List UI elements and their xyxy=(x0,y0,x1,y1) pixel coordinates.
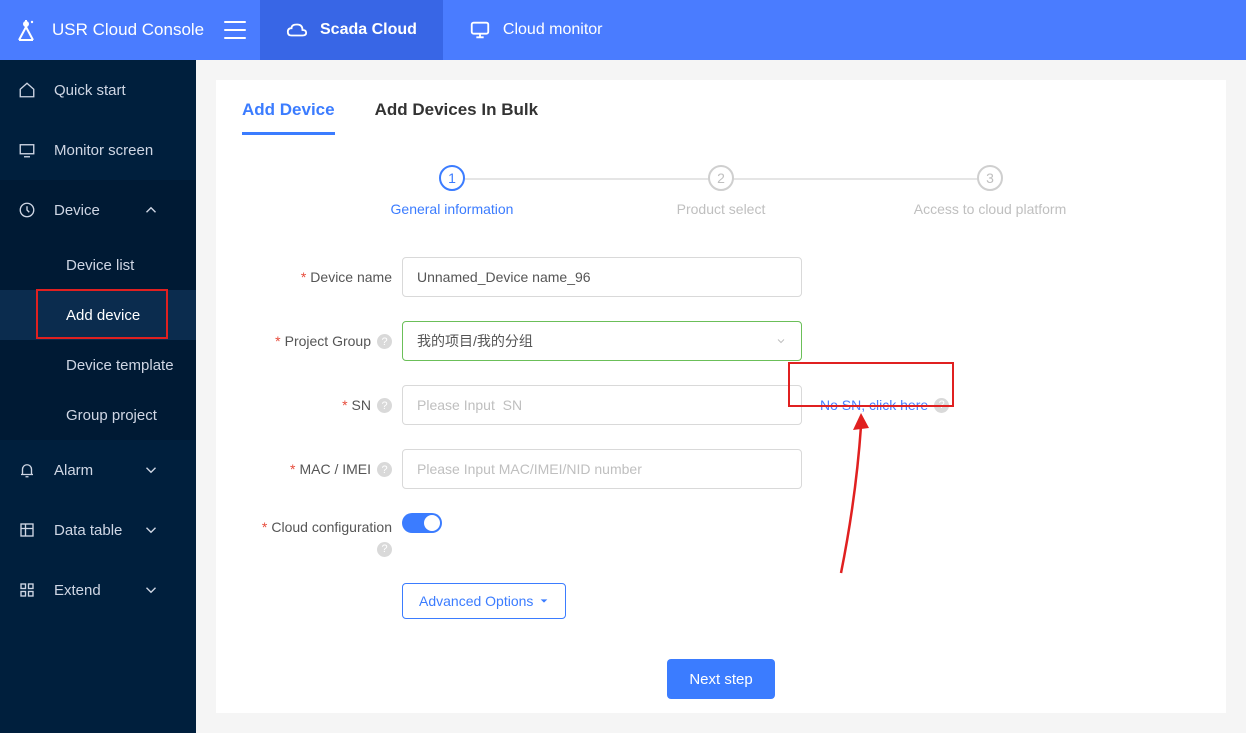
sidebar-item-label: Alarm xyxy=(54,462,93,479)
sidebar-item-label: Quick start xyxy=(54,82,126,99)
clock-icon xyxy=(18,201,36,219)
monitor-icon xyxy=(469,19,491,41)
label-sn: *SN? xyxy=(242,397,392,414)
row-device-name: *Device name xyxy=(242,257,1200,297)
cloud-icon xyxy=(286,19,308,41)
help-icon[interactable]: ? xyxy=(934,398,949,413)
main-content: Add Device Add Devices In Bulk 1 General… xyxy=(196,60,1246,733)
sidebar-sub-label: Add device xyxy=(66,307,140,324)
sidebar-sub-add-device[interactable]: Add device xyxy=(0,290,196,340)
sidebar-item-alarm[interactable]: Alarm xyxy=(0,440,196,500)
bell-icon xyxy=(18,461,36,479)
step-label: Product select xyxy=(677,201,766,217)
app-logo-icon xyxy=(14,17,38,43)
sidebar-sub-label: Group project xyxy=(66,407,157,424)
caret-down-icon xyxy=(539,596,549,606)
label-mac: *MAC / IMEI? xyxy=(242,461,392,478)
sidebar-item-extend[interactable]: Extend xyxy=(0,560,196,620)
sidebar-item-label: Monitor screen xyxy=(54,142,153,159)
sidebar-sub-group-project[interactable]: Group project xyxy=(0,390,196,440)
no-sn-link[interactable]: No SN, click here? xyxy=(820,397,949,413)
sidebar-sub-device-template[interactable]: Device template xyxy=(0,340,196,390)
chevron-down-icon xyxy=(142,581,160,599)
header-tab-scada-cloud[interactable]: Scada Cloud xyxy=(260,0,443,60)
help-icon[interactable]: ? xyxy=(377,398,392,413)
step-number: 3 xyxy=(977,165,1003,191)
sidebar-group-device: Device Device list Add device Device tem… xyxy=(0,180,196,440)
header-logo-block: USR Cloud Console xyxy=(0,0,260,60)
next-step-button[interactable]: Next step xyxy=(667,659,774,699)
header-tab-label: Cloud monitor xyxy=(503,21,603,39)
step-label: General information xyxy=(391,201,514,217)
project-group-select[interactable]: 我的项目/我的分组 xyxy=(402,321,802,361)
sidebar-sub-label: Device list xyxy=(66,257,134,274)
chevron-up-icon xyxy=(142,201,160,219)
select-value: 我的项目/我的分组 xyxy=(417,331,533,351)
header-tab-label: Scada Cloud xyxy=(320,21,417,39)
grid-icon xyxy=(18,581,36,599)
help-icon[interactable]: ? xyxy=(377,542,392,557)
header-tab-cloud-monitor[interactable]: Cloud monitor xyxy=(443,0,629,60)
advanced-options-label: Advanced Options xyxy=(419,593,533,609)
table-icon xyxy=(18,521,36,539)
mac-input[interactable] xyxy=(402,449,802,489)
sidebar-item-data-table[interactable]: Data table xyxy=(0,500,196,560)
sidebar-item-device[interactable]: Device xyxy=(0,180,196,240)
sidebar-item-monitor-screen[interactable]: Monitor screen xyxy=(0,120,196,180)
hamburger-icon[interactable] xyxy=(224,21,246,39)
help-icon[interactable]: ? xyxy=(377,334,392,349)
step-number: 1 xyxy=(439,165,465,191)
step-number: 2 xyxy=(708,165,734,191)
sidebar-item-label: Device xyxy=(54,202,100,219)
label-cloud-config: *Cloud configuration? xyxy=(242,513,392,559)
row-cloud-config: *Cloud configuration? xyxy=(242,513,1200,559)
chevron-down-icon xyxy=(775,335,787,347)
row-project-group: *Project Group? 我的项目/我的分组 xyxy=(242,321,1200,361)
help-icon[interactable]: ? xyxy=(377,462,392,477)
sidebar-item-label: Extend xyxy=(54,582,101,599)
step-general-information: 1 General information xyxy=(362,165,542,217)
tab-add-device[interactable]: Add Device xyxy=(242,100,335,135)
app-title: USR Cloud Console xyxy=(52,20,224,40)
sidebar: Quick start Monitor screen Device Device… xyxy=(0,60,196,733)
label-device-name: *Device name xyxy=(242,269,392,285)
sidebar-item-quick-start[interactable]: Quick start xyxy=(0,60,196,120)
sidebar-sub-device-list[interactable]: Device list xyxy=(0,240,196,290)
chevron-down-icon xyxy=(142,461,160,479)
card: Add Device Add Devices In Bulk 1 General… xyxy=(216,80,1226,713)
device-name-input[interactable] xyxy=(402,257,802,297)
screen-icon xyxy=(18,141,36,159)
tab-add-devices-bulk[interactable]: Add Devices In Bulk xyxy=(375,100,538,135)
row-mac: *MAC / IMEI? xyxy=(242,449,1200,489)
sn-input[interactable] xyxy=(402,385,802,425)
chevron-down-icon xyxy=(142,521,160,539)
row-sn: *SN? No SN, click here? xyxy=(242,385,1200,425)
stepper: 1 General information 2 Product select 3… xyxy=(362,165,1080,217)
advanced-options-button[interactable]: Advanced Options xyxy=(402,583,566,619)
label-project-group: *Project Group? xyxy=(242,333,392,350)
cloud-config-toggle[interactable] xyxy=(402,513,442,533)
sidebar-item-label: Data table xyxy=(54,522,122,539)
step-access-cloud: 3 Access to cloud platform xyxy=(900,165,1080,217)
step-label: Access to cloud platform xyxy=(914,201,1067,217)
home-icon xyxy=(18,81,36,99)
sidebar-sub-label: Device template xyxy=(66,357,174,374)
step-product-select: 2 Product select xyxy=(631,165,811,217)
